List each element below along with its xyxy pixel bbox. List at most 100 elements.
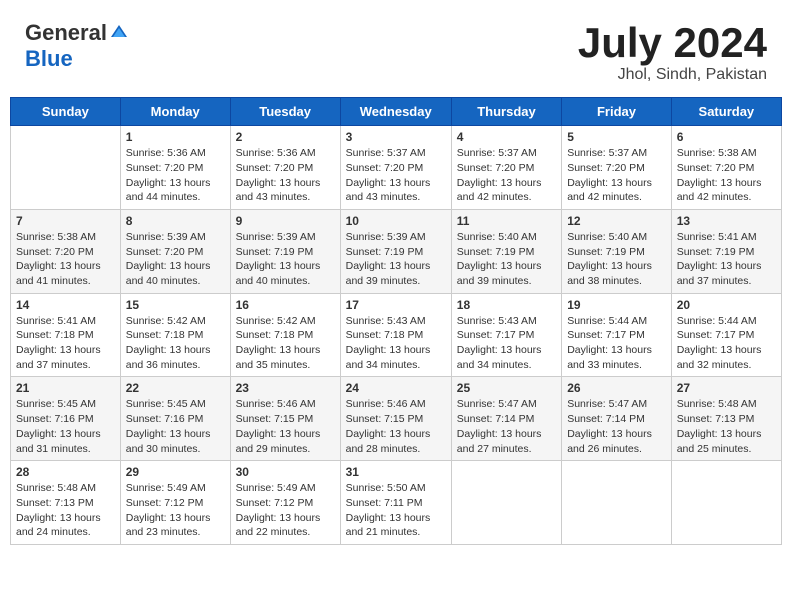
day-number: 12 <box>567 214 666 228</box>
cell-info-line: Daylight: 13 hours and 23 minutes. <box>126 511 225 540</box>
calendar-cell: 12 Sunrise: 5:40 AMSunset: 7:19 PMDayligh… <box>562 209 672 293</box>
cell-info-line: Sunrise: 5:37 AM <box>457 146 556 161</box>
cell-info-line: Sunrise: 5:48 AM <box>677 397 776 412</box>
cell-info: Sunrise: 5:48 AMSunset: 7:13 PMDaylight:… <box>16 481 115 540</box>
cell-info-line: Daylight: 13 hours and 40 minutes. <box>126 259 225 288</box>
calendar-cell: 23Sunrise: 5:46 AMSunset: 7:15 PMDayligh… <box>230 377 340 461</box>
cell-info-line: Daylight: 13 hours and 42 minutes. <box>567 176 666 205</box>
cell-info-line: Sunset: 7:11 PM <box>346 496 446 511</box>
cell-info-line: Sunset: 7:16 PM <box>16 412 115 427</box>
calendar-cell: 4Sunrise: 5:37 AMSunset: 7:20 PMDaylight… <box>451 126 561 210</box>
cell-info-line: Sunset: 7:20 PM <box>236 161 335 176</box>
calendar-cell: 22Sunrise: 5:45 AMSunset: 7:16 PMDayligh… <box>120 377 230 461</box>
cell-info-line: Daylight: 13 hours and 34 minutes. <box>346 343 446 372</box>
day-number: 2 <box>236 130 335 144</box>
weekday-header: Monday <box>120 98 230 126</box>
cell-info-line: Sunset: 7:20 PM <box>126 245 225 260</box>
calendar-cell: 17Sunrise: 5:43 AMSunset: 7:18 PMDayligh… <box>340 293 451 377</box>
cell-info-line: Sunrise: 5:44 AM <box>567 314 666 329</box>
calendar-cell: 28 Sunrise: 5:48 AMSunset: 7:13 PMDayligh… <box>11 461 121 545</box>
cell-info-line: Sunrise: 5:43 AM <box>457 314 556 329</box>
cell-info: Sunrise: 5:41 AMSunset: 7:19 PMDaylight:… <box>677 230 776 289</box>
calendar-cell: 20Sunrise: 5:44 AMSunset: 7:17 PMDayligh… <box>671 293 781 377</box>
day-number: 1 <box>126 130 225 144</box>
cell-info: Sunrise: 5:44 AMSunset: 7:17 PMDaylight:… <box>677 314 776 373</box>
day-number: 27 <box>677 381 776 395</box>
day-number: 5 <box>567 130 666 144</box>
cell-info-line: Sunset: 7:17 PM <box>567 328 666 343</box>
cell-info-line: Sunrise: 5:47 AM <box>567 397 666 412</box>
day-number: 21 <box>16 381 115 395</box>
cell-info-line: Sunrise: 5:47 AM <box>457 397 556 412</box>
cell-info-line: Sunset: 7:20 PM <box>126 161 225 176</box>
cell-info-line: Sunrise: 5:39 AM <box>126 230 225 245</box>
cell-info-line: Sunset: 7:13 PM <box>677 412 776 427</box>
calendar-cell: 9Sunrise: 5:39 AMSunset: 7:19 PMDaylight… <box>230 209 340 293</box>
cell-info: Sunrise: 5:41 AMSunset: 7:18 PMDaylight:… <box>16 314 115 373</box>
cell-info-line: Daylight: 13 hours and 24 minutes. <box>16 511 115 540</box>
cell-info-line: Sunrise: 5:38 AM <box>677 146 776 161</box>
title-block: July 2024 Jhol, Sindh, Pakistan <box>578 20 767 84</box>
cell-info: Sunrise: 5:49 AMSunset: 7:12 PMDaylight:… <box>236 481 335 540</box>
day-number: 7 <box>16 214 115 228</box>
weekday-header: Sunday <box>11 98 121 126</box>
cell-info-line: Daylight: 13 hours and 43 minutes. <box>346 176 446 205</box>
cell-info-line: Sunset: 7:20 PM <box>567 161 666 176</box>
cell-info-line: Sunset: 7:18 PM <box>126 328 225 343</box>
cell-info-line: Sunset: 7:16 PM <box>126 412 225 427</box>
cell-info-line: Daylight: 13 hours and 40 minutes. <box>236 259 335 288</box>
cell-info: Sunrise: 5:38 AMSunset: 7:20 PMDaylight:… <box>16 230 115 289</box>
calendar-cell <box>11 126 121 210</box>
calendar-cell: 5 Sunrise: 5:37 AMSunset: 7:20 PMDaylight… <box>562 126 672 210</box>
day-number: 16 <box>236 298 335 312</box>
cell-info-line: Sunrise: 5:39 AM <box>236 230 335 245</box>
cell-info-line: Sunset: 7:20 PM <box>346 161 446 176</box>
logo-icon <box>109 23 129 43</box>
cell-info-line: Sunrise: 5:45 AM <box>126 397 225 412</box>
cell-info: Sunrise: 5:39 AMSunset: 7:20 PMDaylight:… <box>126 230 225 289</box>
day-number: 19 <box>567 298 666 312</box>
cell-info-line: Sunrise: 5:45 AM <box>16 397 115 412</box>
calendar-cell: 13Sunrise: 5:41 AMSunset: 7:19 PMDayligh… <box>671 209 781 293</box>
cell-info-line: Sunset: 7:19 PM <box>236 245 335 260</box>
cell-info: Sunrise: 5:39 AMSunset: 7:19 PMDaylight:… <box>346 230 446 289</box>
calendar-week-row: 14Sunrise: 5:41 AMSunset: 7:18 PMDayligh… <box>11 293 782 377</box>
cell-info-line: Daylight: 13 hours and 36 minutes. <box>126 343 225 372</box>
cell-info-line: Daylight: 13 hours and 27 minutes. <box>457 427 556 456</box>
calendar-cell: 27 Sunrise: 5:48 AMSunset: 7:13 PMDayligh… <box>671 377 781 461</box>
cell-info-line: Sunrise: 5:48 AM <box>16 481 115 496</box>
calendar-cell: 8Sunrise: 5:39 AMSunset: 7:20 PMDaylight… <box>120 209 230 293</box>
cell-info-line: Sunrise: 5:46 AM <box>236 397 335 412</box>
calendar-week-row: 21Sunrise: 5:45 AMSunset: 7:16 PMDayligh… <box>11 377 782 461</box>
cell-info: Sunrise: 5:43 AMSunset: 7:18 PMDaylight:… <box>346 314 446 373</box>
cell-info: Sunrise: 5:36 AMSunset: 7:20 PMDaylight:… <box>126 146 225 205</box>
cell-info-line: Sunset: 7:20 PM <box>457 161 556 176</box>
cell-info-line: Sunrise: 5:36 AM <box>236 146 335 161</box>
cell-info-line: Sunrise: 5:42 AM <box>126 314 225 329</box>
cell-info-line: Daylight: 13 hours and 28 minutes. <box>346 427 446 456</box>
cell-info-line: Sunrise: 5:37 AM <box>567 146 666 161</box>
calendar-table: SundayMondayTuesdayWednesdayThursdayFrid… <box>10 97 782 545</box>
cell-info-line: Sunrise: 5:41 AM <box>16 314 115 329</box>
cell-info-line: Daylight: 13 hours and 42 minutes. <box>457 176 556 205</box>
calendar-cell: 29Sunrise: 5:49 AMSunset: 7:12 PMDayligh… <box>120 461 230 545</box>
cell-info-line: Daylight: 13 hours and 25 minutes. <box>677 427 776 456</box>
day-number: 28 <box>16 465 115 479</box>
cell-info-line: Sunset: 7:19 PM <box>567 245 666 260</box>
cell-info-line: Sunset: 7:17 PM <box>457 328 556 343</box>
cell-info-line: Sunset: 7:18 PM <box>236 328 335 343</box>
cell-info-line: Sunset: 7:12 PM <box>236 496 335 511</box>
cell-info: Sunrise: 5:42 AMSunset: 7:18 PMDaylight:… <box>126 314 225 373</box>
cell-info: Sunrise: 5:40 AMSunset: 7:19 PMDaylight:… <box>567 230 666 289</box>
weekday-header: Saturday <box>671 98 781 126</box>
cell-info: Sunrise: 5:45 AMSunset: 7:16 PMDaylight:… <box>126 397 225 456</box>
cell-info-line: Daylight: 13 hours and 37 minutes. <box>677 259 776 288</box>
cell-info-line: Sunrise: 5:43 AM <box>346 314 446 329</box>
calendar-week-row: 1Sunrise: 5:36 AMSunset: 7:20 PMDaylight… <box>11 126 782 210</box>
day-number: 15 <box>126 298 225 312</box>
calendar-cell: 15 Sunrise: 5:42 AMSunset: 7:18 PMDayligh… <box>120 293 230 377</box>
calendar-cell: 18Sunrise: 5:43 AMSunset: 7:17 PMDayligh… <box>451 293 561 377</box>
weekday-header: Wednesday <box>340 98 451 126</box>
calendar-cell: 19Sunrise: 5:44 AMSunset: 7:17 PMDayligh… <box>562 293 672 377</box>
cell-info: Sunrise: 5:36 AMSunset: 7:20 PMDaylight:… <box>236 146 335 205</box>
